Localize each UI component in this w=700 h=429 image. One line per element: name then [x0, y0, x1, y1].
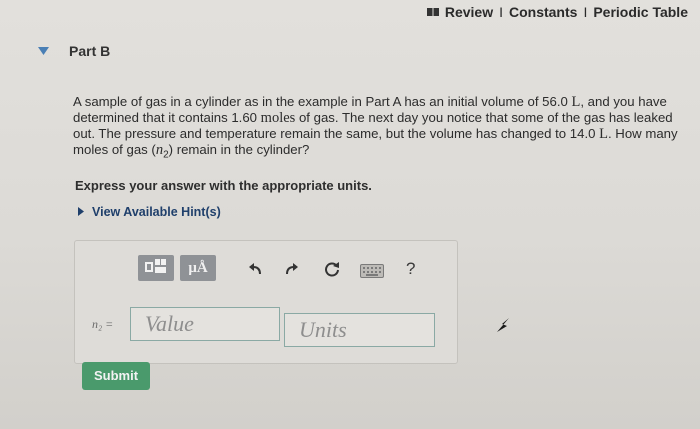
- nav-separator: I: [499, 4, 503, 20]
- help-icon[interactable]: ?: [406, 259, 415, 279]
- question-text-part: A sample of gas in a cylinder as in the …: [73, 94, 572, 109]
- page: Review I Constants I Periodic Table Part…: [0, 0, 700, 429]
- unit-moles: moles: [260, 110, 296, 126]
- variable-n: n: [155, 142, 164, 158]
- templates-button[interactable]: [138, 255, 174, 281]
- view-hints-toggle[interactable]: View Available Hint(s): [78, 205, 221, 219]
- constants-link[interactable]: Constants: [509, 4, 577, 20]
- top-nav: Review I Constants I Periodic Table: [426, 4, 688, 20]
- answer-variable-label: n₂ =: [92, 317, 114, 331]
- math-toolbar: μÅ: [138, 255, 216, 281]
- part-header[interactable]: Part B: [38, 43, 110, 59]
- book-icon: [426, 7, 439, 17]
- units-icon: μÅ: [188, 259, 208, 276]
- templates-icon: [143, 257, 169, 280]
- caret-down-icon[interactable]: [38, 47, 49, 55]
- answer-instruction: Express your answer with the appropriate…: [75, 178, 372, 193]
- question-text: A sample of gas in a cylinder as in the …: [73, 94, 693, 164]
- review-link[interactable]: Review: [445, 4, 493, 20]
- caret-right-icon: [78, 205, 84, 219]
- unit-liters: L: [571, 94, 581, 110]
- units-input[interactable]: [284, 313, 435, 347]
- hint-label: View Available Hint(s): [92, 205, 221, 219]
- value-input[interactable]: [130, 307, 280, 341]
- redo-icon[interactable]: [285, 262, 299, 280]
- reset-icon[interactable]: [324, 261, 340, 282]
- periodic-table-link[interactable]: Periodic Table: [593, 4, 688, 20]
- units-button[interactable]: μÅ: [180, 255, 216, 281]
- part-title: Part B: [69, 43, 111, 59]
- keyboard-icon[interactable]: [360, 264, 384, 283]
- question-text-part: ) remain in the cylinder?: [168, 142, 310, 157]
- nav-separator: I: [583, 4, 588, 20]
- mouse-cursor-icon: [497, 318, 509, 337]
- unit-liters: L: [599, 126, 608, 142]
- submit-button[interactable]: Submit: [82, 362, 150, 390]
- undo-icon[interactable]: [248, 262, 262, 280]
